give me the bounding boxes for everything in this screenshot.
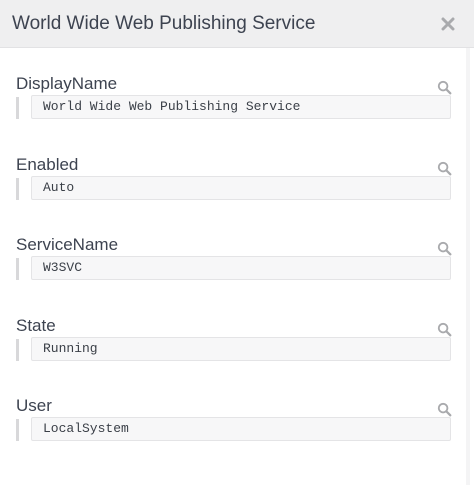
value-indent-bar bbox=[16, 339, 19, 361]
close-icon bbox=[441, 17, 455, 31]
field-label: User bbox=[16, 396, 52, 415]
search-icon bbox=[437, 80, 451, 94]
close-button[interactable] bbox=[436, 10, 460, 38]
field-state: State Running bbox=[0, 316, 466, 376]
search-button[interactable] bbox=[434, 158, 454, 178]
page-title: World Wide Web Publishing Service bbox=[12, 13, 316, 34]
field-value[interactable]: LocalSystem bbox=[31, 417, 451, 441]
field-value[interactable]: W3SVC bbox=[31, 256, 451, 280]
service-details-panel: World Wide Web Publishing Service Displa… bbox=[0, 0, 474, 485]
field-user: User LocalSystem bbox=[0, 396, 466, 456]
search-button[interactable] bbox=[434, 319, 454, 339]
search-button[interactable] bbox=[434, 399, 454, 419]
search-icon bbox=[437, 402, 451, 416]
field-label: DisplayName bbox=[16, 74, 118, 93]
field-display-name: DisplayName World Wide Web Publishing Se… bbox=[0, 74, 466, 134]
field-label: State bbox=[16, 316, 56, 335]
field-value[interactable]: World Wide Web Publishing Service bbox=[31, 95, 451, 119]
field-service-name: ServiceName W3SVC bbox=[0, 235, 466, 295]
search-button[interactable] bbox=[434, 238, 454, 258]
value-indent-bar bbox=[16, 97, 19, 119]
scrollbar[interactable] bbox=[466, 48, 470, 485]
field-value[interactable]: Auto bbox=[31, 176, 451, 200]
value-indent-bar bbox=[16, 419, 19, 441]
field-label: ServiceName bbox=[16, 235, 119, 254]
search-button[interactable] bbox=[434, 77, 454, 97]
search-icon bbox=[437, 322, 451, 336]
panel-header: World Wide Web Publishing Service bbox=[0, 0, 474, 48]
field-enabled: Enabled Auto bbox=[0, 155, 466, 215]
value-indent-bar bbox=[16, 178, 19, 200]
field-label: Enabled bbox=[16, 155, 79, 174]
search-icon bbox=[437, 241, 451, 255]
field-value[interactable]: Running bbox=[31, 337, 451, 361]
search-icon bbox=[437, 161, 451, 175]
value-indent-bar bbox=[16, 258, 19, 280]
